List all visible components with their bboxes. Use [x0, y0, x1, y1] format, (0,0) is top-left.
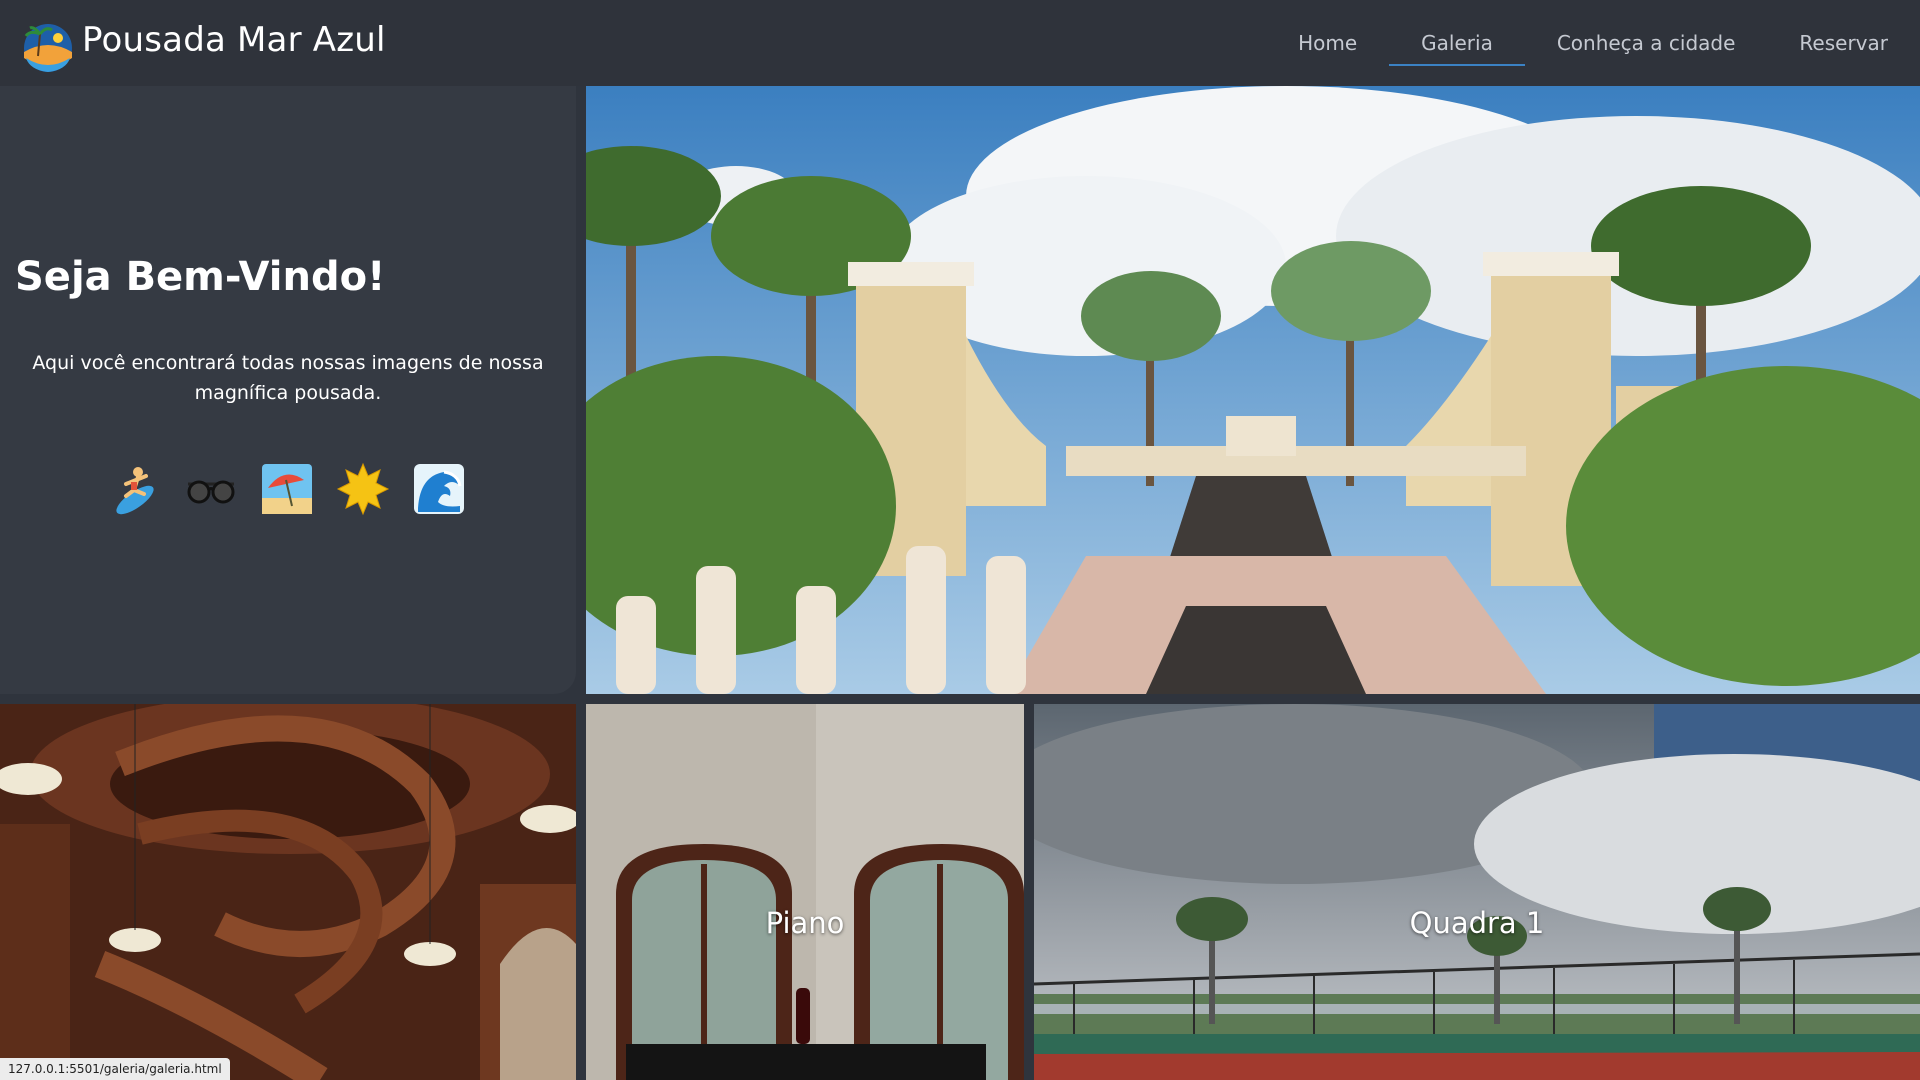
- piano-caption: Piano: [765, 906, 845, 940]
- brand-logo-icon[interactable]: [16, 18, 76, 74]
- gallery-image-tennis-court[interactable]: Quadra 1: [1034, 704, 1920, 1080]
- nav-galeria[interactable]: Galeria: [1389, 0, 1525, 86]
- brand-name[interactable]: Pousada Mar Azul: [82, 20, 386, 60]
- sunglasses-icon: [184, 462, 238, 516]
- court-caption: Quadra 1: [1409, 906, 1545, 940]
- gallery-image-piano[interactable]: Piano: [586, 704, 1024, 1080]
- gallery-image-entrance[interactable]: [586, 86, 1920, 694]
- wave-icon: [412, 462, 466, 516]
- nav-reservar[interactable]: Reservar: [1767, 0, 1920, 86]
- welcome-panel: Seja Bem-Vindo! Aqui você encontrará tod…: [0, 86, 576, 694]
- main-nav: Home Galeria Conheça a cidade Reservar: [1266, 0, 1920, 86]
- nav-conheca-cidade[interactable]: Conheça a cidade: [1525, 0, 1768, 86]
- surfer-icon: [108, 462, 162, 516]
- top-navbar: Pousada Mar Azul Home Galeria Conheça a …: [0, 0, 1920, 86]
- sun-icon: [336, 462, 390, 516]
- welcome-description: Aqui você encontrará todas nossas imagen…: [32, 352, 544, 404]
- welcome-title: Seja Bem-Vindo!: [15, 254, 386, 300]
- gallery-image-staircase[interactable]: [0, 704, 576, 1080]
- emoji-row: [108, 462, 466, 516]
- status-bar-url: 127.0.0.1:5501/galeria/galeria.html: [0, 1058, 230, 1080]
- nav-home[interactable]: Home: [1266, 0, 1389, 86]
- beach-umbrella-icon: [260, 462, 314, 516]
